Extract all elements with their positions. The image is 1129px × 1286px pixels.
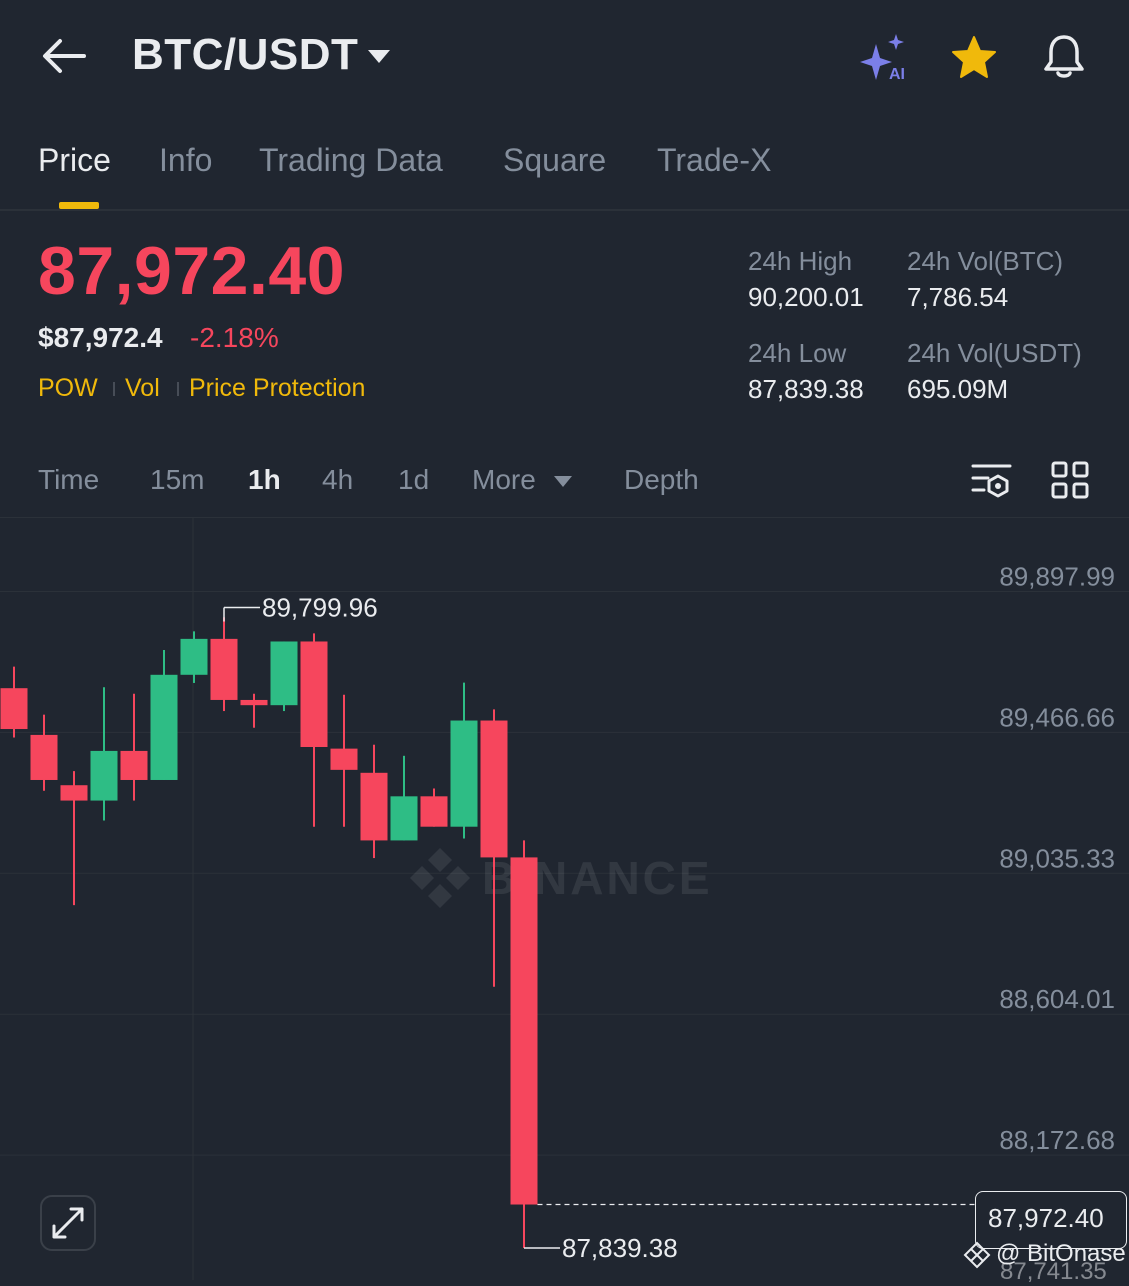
stat-vol-btc-value: 7,786.54 — [907, 282, 1009, 312]
low-marker-label: 87,839.38 — [562, 1233, 678, 1263]
stat-vol-btc-label: 24h Vol(BTC) — [907, 246, 1064, 276]
candle-body — [330, 748, 358, 770]
watermark-logo-icon — [963, 1241, 991, 1269]
star-icon[interactable] — [950, 34, 998, 82]
bell-icon[interactable] — [1040, 32, 1088, 80]
user-watermark: @ BitOnase — [996, 1240, 1126, 1267]
candle-body — [60, 785, 88, 801]
tab-price[interactable]: Price — [38, 142, 111, 179]
stat-high-label: 24h High — [748, 246, 853, 276]
candle-body — [450, 720, 478, 827]
candle-body — [30, 734, 58, 780]
y-axis-label: 88,604.01 — [999, 984, 1115, 1014]
candle-body — [390, 796, 418, 841]
interval-depth[interactable]: Depth — [624, 464, 699, 496]
binance-logo-icon — [410, 848, 470, 908]
active-tab-indicator — [59, 202, 99, 209]
tag-pow[interactable]: POW — [38, 374, 98, 403]
stat-vol-usdt-label: 24h Vol(USDT) — [907, 338, 1082, 368]
more-caret-icon[interactable] — [554, 476, 572, 487]
interval-4h[interactable]: 4h — [322, 464, 353, 496]
interval-more[interactable]: More — [472, 464, 536, 496]
stat-low-label: 24h Low — [748, 338, 847, 368]
candle-body — [360, 772, 388, 841]
tag-separator — [113, 382, 115, 396]
y-axis-label: 88,172.68 — [999, 1125, 1115, 1155]
candle-body — [300, 641, 328, 747]
candle-body — [180, 638, 208, 675]
pair-title[interactable]: BTC/USDT — [132, 30, 358, 80]
tag-separator — [177, 382, 179, 396]
ai-sparkle-icon[interactable]: AI — [858, 32, 914, 82]
tab-square[interactable]: Square — [503, 142, 606, 179]
tag-vol[interactable]: Vol — [125, 374, 160, 403]
back-arrow-icon[interactable] — [40, 36, 88, 76]
candle-body — [150, 674, 178, 780]
candle-body — [240, 699, 268, 706]
stat-high-value: 90,200.01 — [748, 282, 864, 312]
candle-body — [120, 750, 148, 780]
stat-low-value: 87,839.38 — [748, 374, 864, 404]
layout-grid-icon[interactable] — [1050, 460, 1090, 500]
ai-badge-text: AI — [889, 66, 905, 82]
y-axis-label: 89,897.99 — [999, 561, 1115, 591]
candle-body — [90, 750, 118, 801]
tabs-divider — [0, 209, 1129, 211]
candle-body — [0, 688, 28, 730]
interval-time[interactable]: Time — [38, 464, 99, 496]
last-price: 87,972.40 — [38, 233, 346, 309]
price-change-percent: -2.18% — [190, 322, 279, 353]
interval-1h[interactable]: 1h — [248, 464, 281, 496]
tab-info[interactable]: Info — [159, 142, 212, 179]
tag-price-protection[interactable]: Price Protection — [189, 374, 365, 403]
candle-body — [420, 796, 448, 827]
tab-trading-data[interactable]: Trading Data — [259, 142, 443, 179]
current-price-tag-text: 87,972.40 — [988, 1203, 1104, 1233]
y-axis-label: 89,466.66 — [999, 702, 1115, 732]
pair-dropdown-caret-icon[interactable] — [368, 50, 390, 63]
interval-15m[interactable]: 15m — [150, 464, 204, 496]
fullscreen-button[interactable] — [40, 1195, 96, 1251]
candle-body — [510, 857, 538, 1205]
expand-icon — [52, 1207, 84, 1239]
stat-vol-usdt-value: 695.09M — [907, 374, 1009, 404]
candle-body — [480, 720, 508, 858]
candle-body — [270, 641, 298, 706]
binance-watermark: BINANCE — [410, 848, 710, 908]
y-axis-label: 89,035.33 — [999, 843, 1115, 873]
candlestick-chart[interactable]: BINANCE 89,799.96 87,839.38 89,897.99 89,4… — [0, 518, 1129, 1280]
candle-body — [210, 638, 238, 700]
chart-settings-icon[interactable] — [970, 460, 1014, 502]
usd-price: $87,972.4 — [38, 322, 163, 353]
interval-1d[interactable]: 1d — [398, 464, 429, 496]
tab-trade-x[interactable]: Trade-X — [657, 142, 771, 179]
high-marker-label: 89,799.96 — [262, 593, 378, 623]
